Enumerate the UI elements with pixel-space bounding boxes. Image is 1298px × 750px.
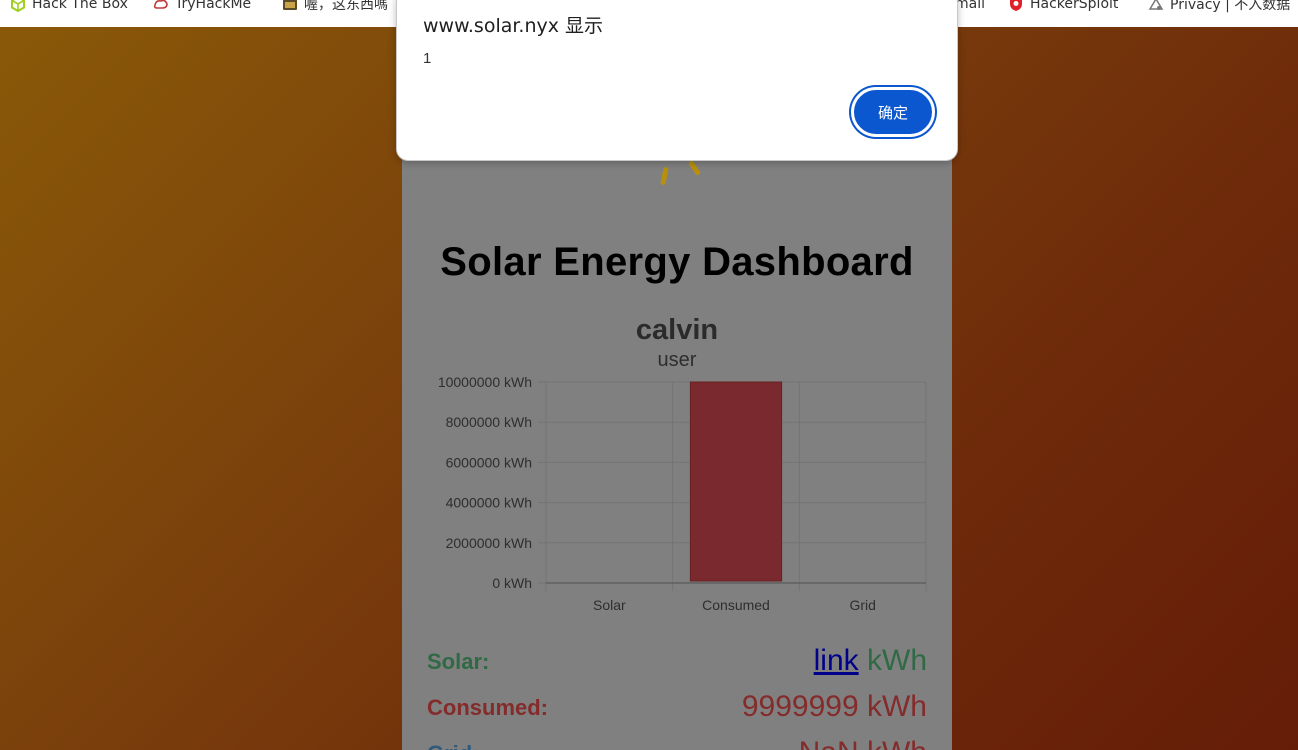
y-tick-label: 0 kWh [492, 575, 532, 591]
y-tick-label: 8000000 kWh [446, 414, 532, 430]
grid-value: NaN kWh [627, 736, 927, 750]
dialog-title: www.solar.nyx 显示 [423, 15, 604, 37]
y-tick-label: 6000000 kWh [446, 454, 532, 470]
sun-ray [687, 160, 702, 176]
solar-label: Solar: [427, 649, 490, 674]
y-tick-label: 4000000 kWh [446, 495, 532, 511]
bookmark-hack-the-box[interactable]: Hack The Box [10, 0, 128, 16]
y-tick-label: 10000000 kWh [438, 374, 532, 390]
bookmark-label: Hack The Box [32, 0, 128, 12]
y-tick-label: 2000000 kWh [446, 535, 532, 551]
bookmark-folder[interactable]: 喔，这东西嗎 [282, 0, 388, 16]
bookmark-hackersploit[interactable]: HackerSploit [1008, 0, 1118, 16]
solar-unit: kWh [867, 644, 927, 677]
tryhackme-icon [153, 0, 168, 9]
cube-icon [11, 0, 25, 12]
privacy-icon [1148, 0, 1164, 10]
shield-icon [1010, 0, 1022, 11]
x-tick-label: Grid [849, 597, 875, 613]
folder-icon [283, 0, 297, 10]
ok-button[interactable]: 确定 [851, 87, 935, 137]
energy-bar-chart: 0 kWh 2000000 kWh 4000000 kWh 6000000 kWh 80… [438, 374, 927, 613]
consumed-value: 9999999 kWh [741, 690, 927, 723]
bookmark-privacy[interactable]: Privacy | 不入数据 [1148, 0, 1290, 16]
x-tick-label: Solar [593, 597, 626, 613]
bookmark-tryhackme[interactable]: TryHackMe [153, 0, 251, 16]
bookmark-label: Privacy | 不入数据 [1170, 0, 1291, 13]
sun-ray [660, 166, 669, 186]
bar-consumed [689, 381, 783, 582]
bookmark-mail[interactable]: mail [955, 0, 985, 16]
solar-link[interactable]: link [814, 644, 859, 677]
consumed-label: Consumed: [427, 695, 548, 720]
bookmark-label: mail [955, 0, 985, 12]
dialog-message: 1 [423, 50, 432, 67]
bookmark-label: 喔，这东西嗎 [304, 0, 388, 13]
page-title: Solar Energy Dashboard [440, 240, 914, 284]
bookmark-label: TryHackMe [175, 0, 252, 12]
grid-label: Grid: [427, 741, 480, 750]
username: calvin [635, 314, 719, 346]
solar-value: link kWh [627, 644, 927, 678]
x-tick-label: Consumed [702, 597, 770, 613]
bookmark-label: HackerSploit [1030, 0, 1119, 12]
